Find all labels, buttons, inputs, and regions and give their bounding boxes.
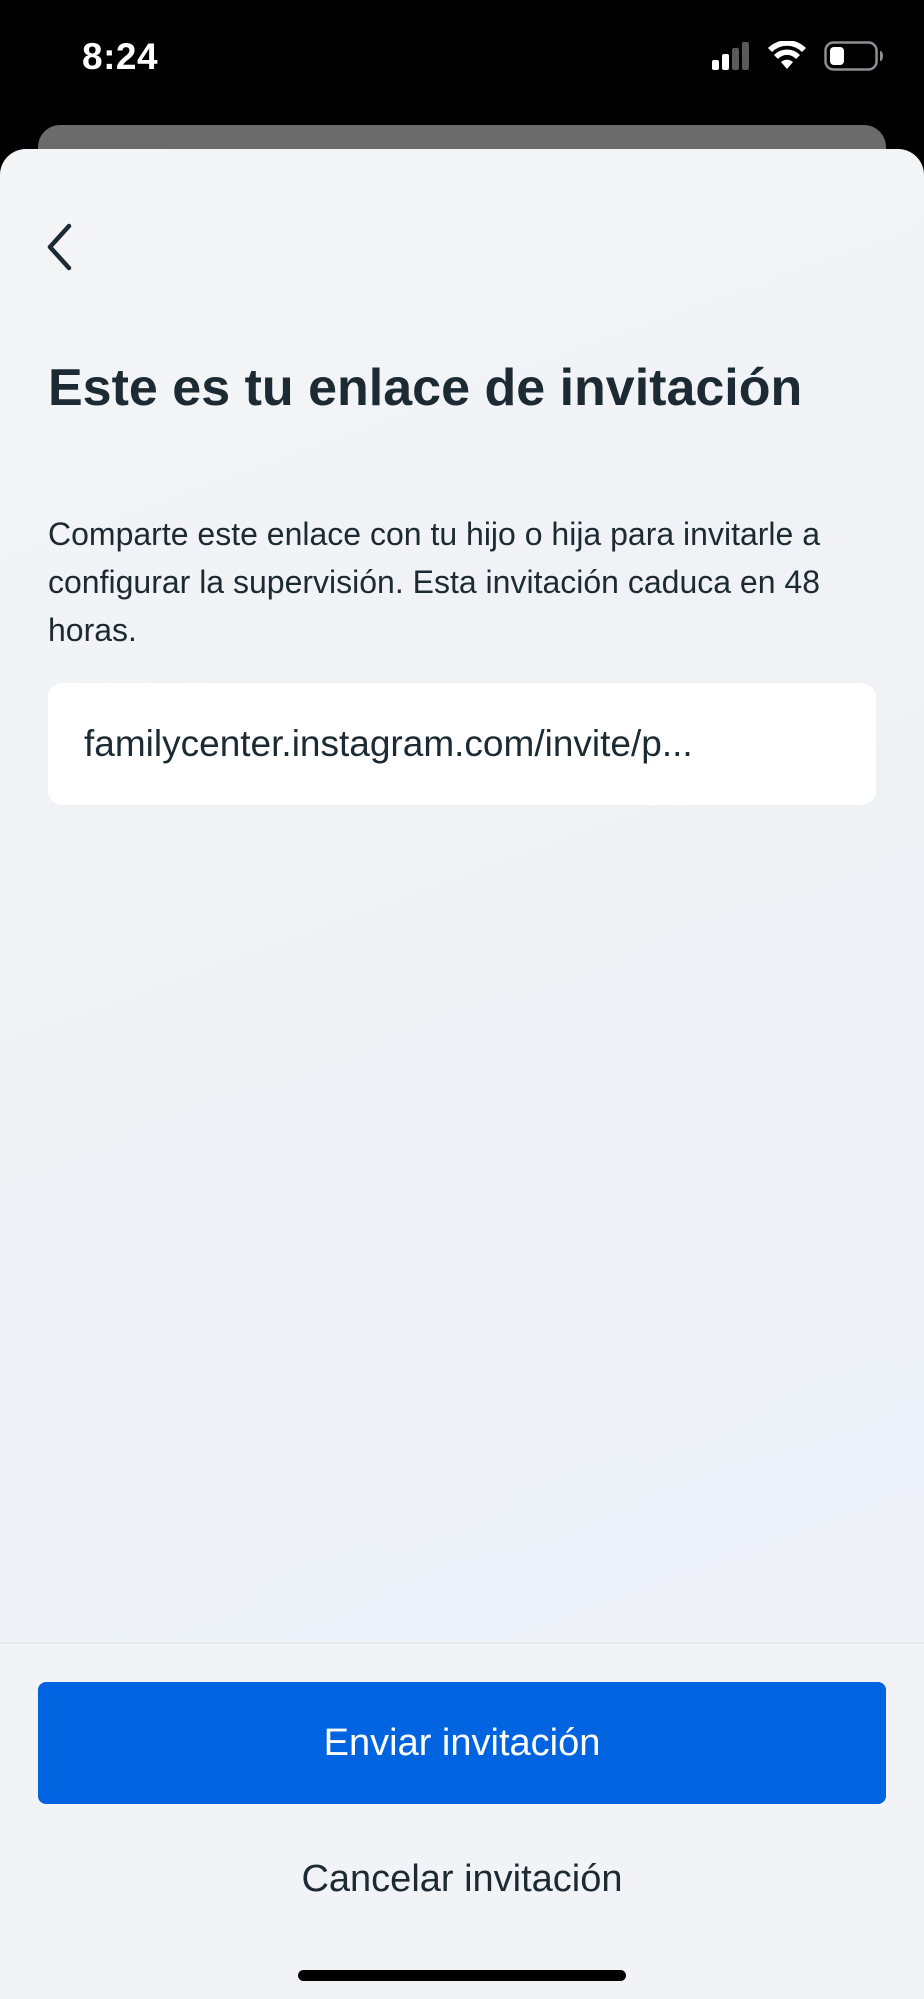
screen: 8:24 Este es tu enlace de invitación Com… — [0, 0, 924, 1999]
back-button[interactable] — [30, 217, 90, 281]
home-indicator — [298, 1970, 626, 1981]
invite-link-text[interactable]: familycenter.instagram.com/invite/p... — [84, 723, 840, 765]
status-icons — [712, 39, 884, 76]
wifi-icon — [768, 39, 806, 76]
chevron-left-icon — [45, 222, 75, 277]
invite-sheet: Este es tu enlace de invitación Comparte… — [0, 149, 924, 1999]
cellular-signal-icon — [712, 41, 750, 75]
send-invitation-button[interactable]: Enviar invitación — [38, 1682, 886, 1804]
invite-link-field[interactable]: familycenter.instagram.com/invite/p... — [48, 683, 876, 805]
status-time: 8:24 — [82, 36, 159, 77]
page-title: Este es tu enlace de invitación — [48, 359, 803, 417]
page-description: Comparte este enlace con tu hijo o hija … — [48, 516, 820, 648]
status-bar: 8:24 — [0, 0, 924, 120]
cancel-invitation-button[interactable]: Cancelar invitación — [38, 1839, 886, 1919]
battery-icon — [824, 40, 884, 76]
